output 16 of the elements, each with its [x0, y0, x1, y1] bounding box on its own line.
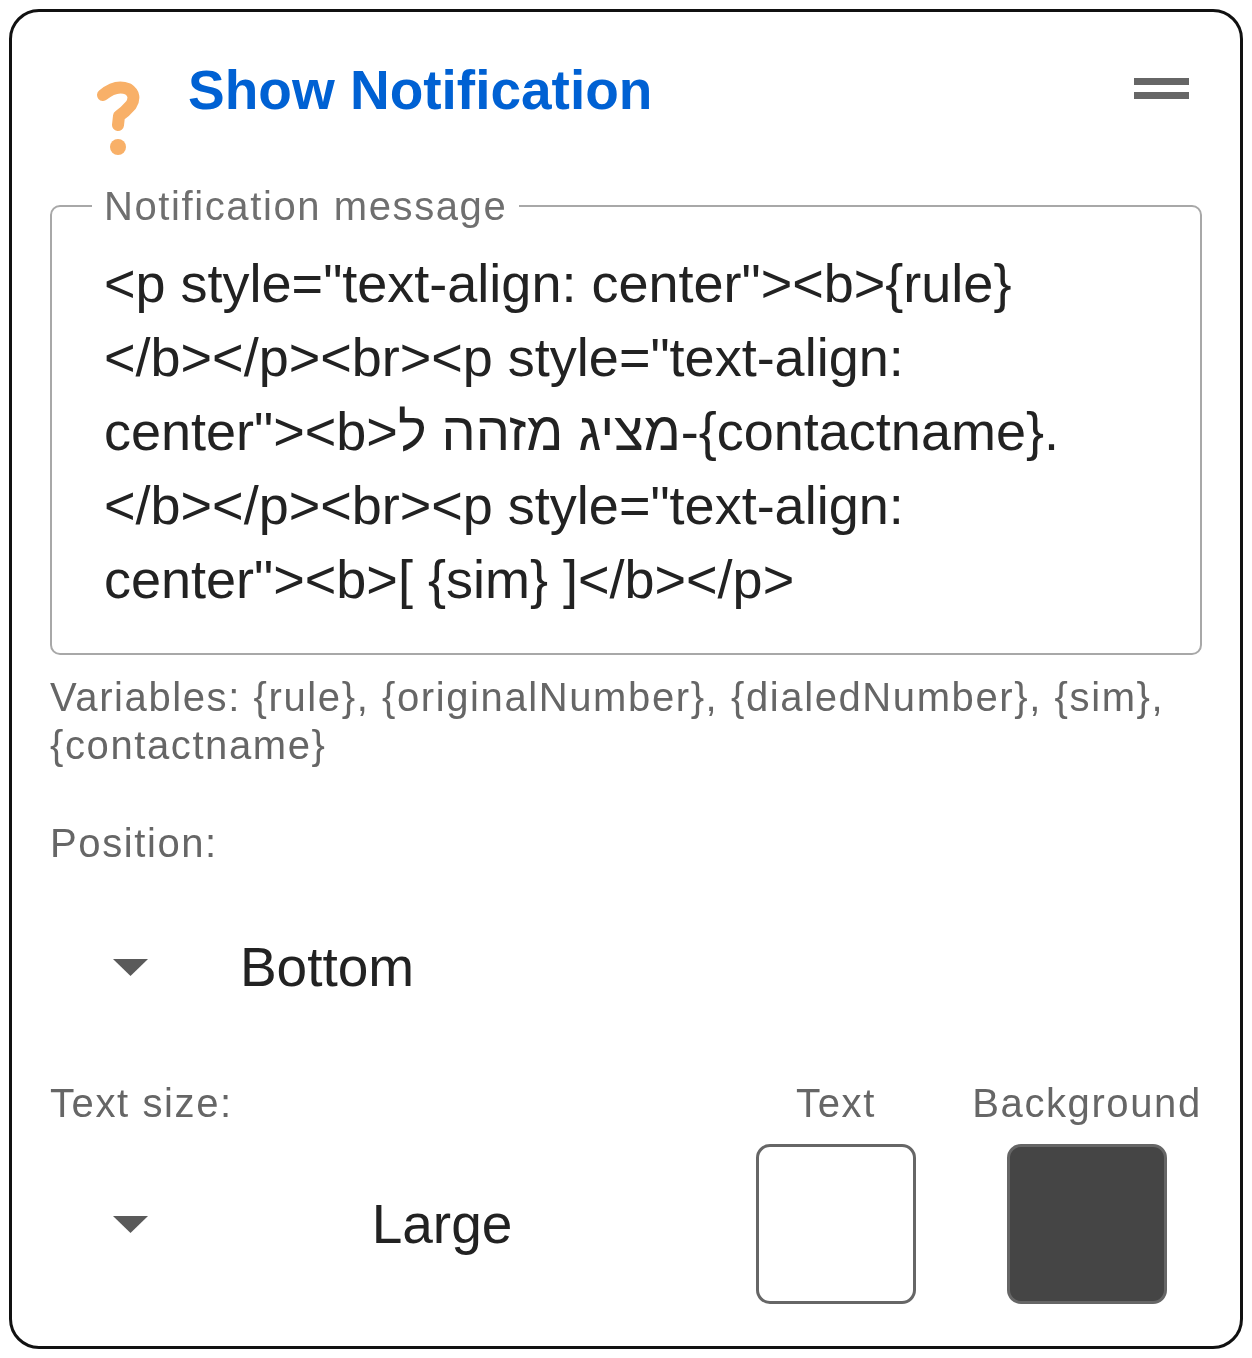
menu-icon[interactable] — [1134, 78, 1189, 99]
color-swatch-icon[interactable] — [1007, 1144, 1167, 1304]
field-label: Notification message — [103, 186, 509, 226]
card-title: Show Notification — [188, 60, 653, 120]
caret-icon — [113, 1215, 148, 1233]
position-dropdown[interactable]: Bottom — [50, 912, 506, 1022]
question-mark-icon — [95, 80, 142, 157]
variables-hint: Variables: {rule}, {originalNumber}, {dialedNumber}, {sim}, {contactname} — [50, 674, 1166, 769]
position-label: Position: — [50, 820, 218, 867]
color-label: Text — [796, 1080, 876, 1127]
caret-icon — [113, 958, 148, 976]
color-swatch-icon[interactable] — [756, 1144, 916, 1304]
message-text: <p style="text-align: center"><b>{rule}</b></p><br><p style="text-align: center"><b>מציג מזהה ל-{contactname}.</b></p><br><p style="text-align: center"><b>[ {sim} ]</b></p> — [103, 252, 1060, 611]
text-size-dropdown[interactable]: Large — [50, 1144, 736, 1304]
text-size-label: Text size: — [50, 1080, 233, 1127]
color-label: Background — [972, 1080, 1202, 1127]
